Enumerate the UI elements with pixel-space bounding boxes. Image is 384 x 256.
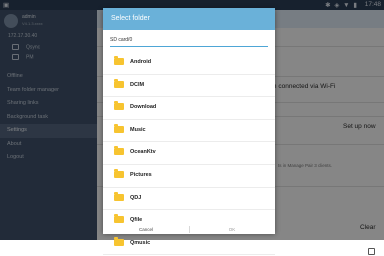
cancel-button[interactable]: Cancel [103,225,189,234]
setting-checkbox[interactable] [368,248,375,255]
folder-row[interactable]: DCIM [103,75,275,98]
folder-icon [114,191,124,201]
folder-row[interactable]: Qmusic [103,233,275,256]
folder-icon [114,101,124,111]
dialog-button-bar: Cancel OK [103,226,275,234]
folder-icon [114,214,124,224]
folder-icon [114,146,124,156]
folder-row[interactable]: QDJ [103,188,275,211]
current-path: SD card/0 [110,37,133,43]
select-folder-dialog: Select folder SD card/0 Android DCIM Downl… [103,8,275,256]
folder-name: DCIM [130,81,145,88]
folder-name: Download [130,104,157,111]
folder-name: Qmusic [130,239,151,246]
path-divider [110,46,268,47]
folder-icon [114,169,124,178]
ok-button[interactable]: OK [189,225,275,234]
folder-icon [114,78,124,88]
folder-icon [114,123,124,133]
folder-row[interactable]: OceanKtv [103,142,275,165]
folder-name: Android [130,59,152,65]
folder-row[interactable]: Pictures [103,165,275,188]
folder-row[interactable]: Music [103,120,275,143]
folder-row[interactable]: Android [103,52,275,75]
folder-name: Music [130,126,146,133]
folder-icon [114,56,124,65]
folder-name: QDJ [130,194,142,201]
folder-name: Pictures [130,172,152,178]
folder-row[interactable]: Download [103,97,275,120]
folder-name: OceanKtv [130,149,156,156]
dialog-title: Select folder [103,8,275,30]
